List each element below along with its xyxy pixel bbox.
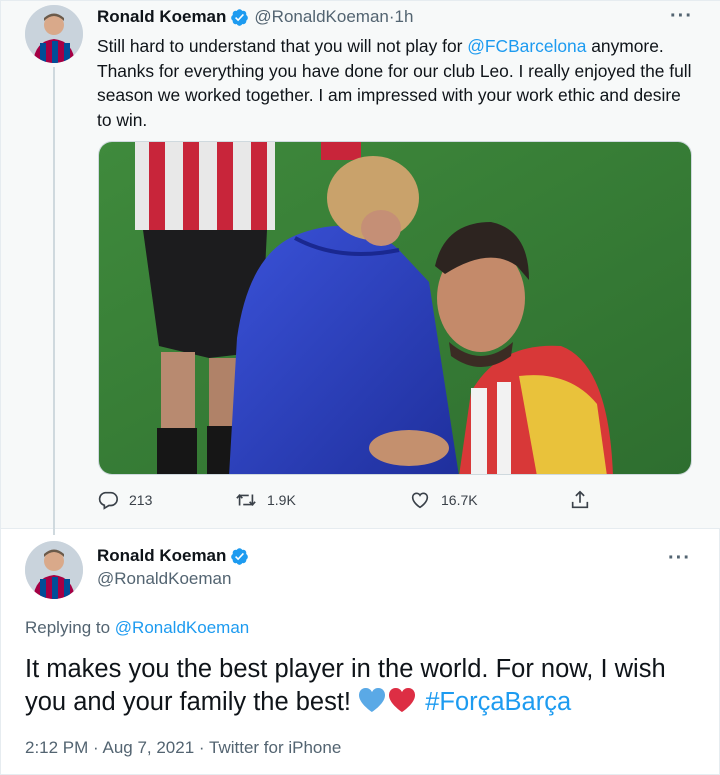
meta-separator: · xyxy=(88,738,103,757)
replying-prefix: Replying to xyxy=(25,618,115,637)
replying-to: Replying to @RonaldKoeman xyxy=(25,618,249,638)
author-handle[interactable]: @RonaldKoeman xyxy=(254,7,388,27)
twitter-thread: Ronald Koeman @RonaldKoeman · 1h ··· Sti… xyxy=(0,0,720,775)
tweet-meta: 2:12 PM · Aug 7, 2021 · Twitter for iPho… xyxy=(25,738,341,758)
photo-image xyxy=(99,142,691,474)
reply-button[interactable]: 213 xyxy=(97,489,152,511)
meta-separator: · xyxy=(194,738,209,757)
retweet-button[interactable]: 1.9K xyxy=(235,489,296,511)
tweet-actions: 213 1.9K 16.7K xyxy=(97,489,617,515)
mention-link[interactable]: @FCBarcelona xyxy=(467,36,586,56)
red-heart-icon xyxy=(388,687,416,713)
tweet-text: It makes you the best player in the worl… xyxy=(25,653,705,719)
avatar-image xyxy=(25,5,83,63)
blue-heart-icon xyxy=(358,687,386,713)
more-options-icon[interactable]: ··· xyxy=(670,6,693,26)
tweet-header: Ronald Koeman @RonaldKoeman · 1h xyxy=(97,7,413,27)
more-options-icon[interactable]: ··· xyxy=(668,548,691,568)
reply-icon xyxy=(98,491,118,510)
reply-count: 213 xyxy=(129,492,153,508)
like-count: 16.7K xyxy=(441,492,478,508)
tweet-text-part: Still hard to understand that you will n… xyxy=(97,36,468,56)
verified-badge-icon xyxy=(230,547,249,566)
thread-connector-line xyxy=(53,67,55,535)
tweet-date[interactable]: Aug 7, 2021 xyxy=(102,738,194,757)
tweet-header: Ronald Koeman @RonaldKoeman xyxy=(97,546,254,589)
verified-badge-icon xyxy=(230,8,249,27)
tweet-time[interactable]: 1h xyxy=(395,7,414,27)
like-icon xyxy=(411,492,429,509)
replying-to-link[interactable]: @RonaldKoeman xyxy=(115,618,249,637)
retweet-count: 1.9K xyxy=(267,492,296,508)
avatar[interactable] xyxy=(25,5,83,63)
tweet-original[interactable]: Ronald Koeman @RonaldKoeman · 1h ··· Sti… xyxy=(1,1,720,535)
tweet-photo[interactable] xyxy=(98,141,692,475)
author-name[interactable]: Ronald Koeman xyxy=(97,7,226,27)
avatar-image xyxy=(25,541,83,599)
author-name[interactable]: Ronald Koeman xyxy=(97,546,226,566)
share-button[interactable] xyxy=(569,489,601,511)
hashtag-link[interactable]: #ForçaBarça xyxy=(425,688,571,716)
retweet-icon xyxy=(236,494,256,506)
tweet-time[interactable]: 2:12 PM xyxy=(25,738,88,757)
author-handle[interactable]: @RonaldKoeman xyxy=(97,569,254,589)
share-icon xyxy=(571,490,589,509)
tweet-text: Still hard to understand that you will n… xyxy=(97,34,697,132)
tweet-client[interactable]: Twitter for iPhone xyxy=(209,738,341,757)
avatar[interactable] xyxy=(25,541,83,599)
like-button[interactable]: 16.7K xyxy=(409,489,478,511)
